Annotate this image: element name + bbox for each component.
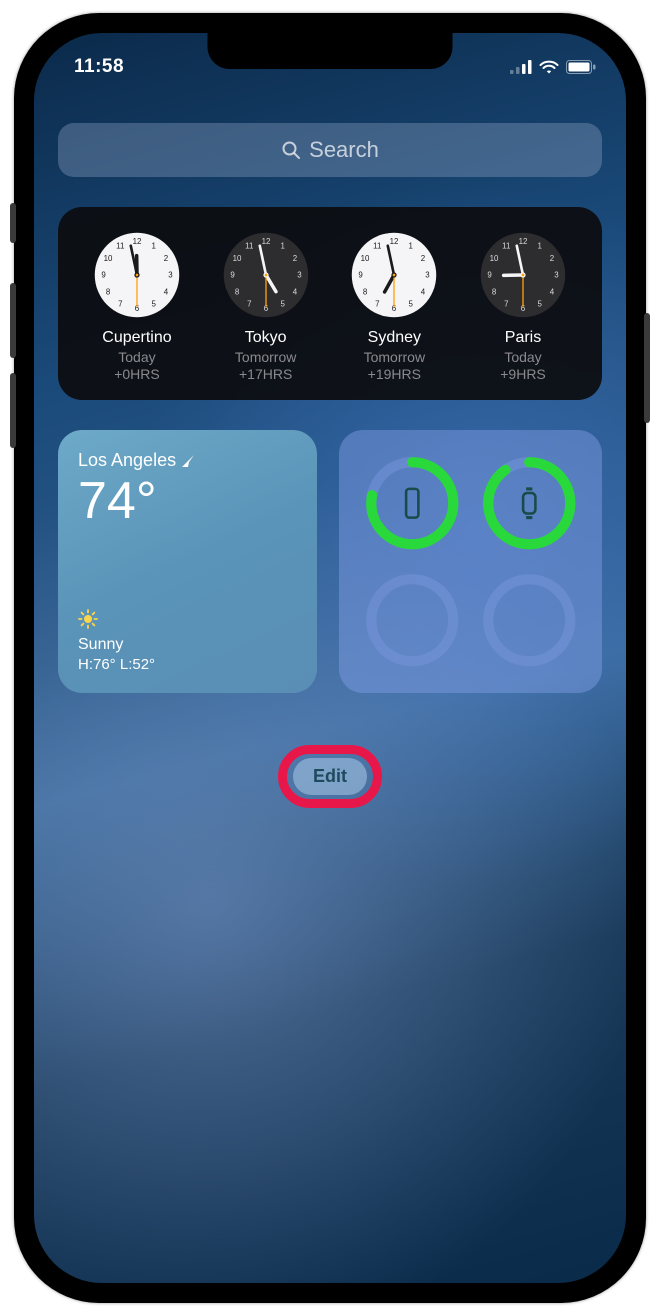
notch xyxy=(208,33,453,69)
svg-text:4: 4 xyxy=(164,287,169,296)
weather-widget[interactable]: Los Angeles 74° xyxy=(58,430,317,693)
clock-sydney: 121234567891011 SydneyTomorrow+19HRS xyxy=(333,231,455,382)
battery-ring-watch xyxy=(478,452,581,555)
svg-text:8: 8 xyxy=(106,287,111,296)
clock-offset-label: +19HRS xyxy=(368,366,421,382)
batteries-widget[interactable] xyxy=(339,430,602,693)
edit-button[interactable]: Edit xyxy=(293,758,367,795)
svg-text:5: 5 xyxy=(538,300,543,309)
svg-text:10: 10 xyxy=(490,254,499,263)
battery-icon xyxy=(566,60,596,74)
svg-text:2: 2 xyxy=(292,254,296,263)
cellular-icon xyxy=(510,60,532,74)
svg-text:8: 8 xyxy=(492,287,497,296)
svg-text:11: 11 xyxy=(116,242,125,251)
svg-text:12: 12 xyxy=(390,237,399,246)
screen: 11:58 xyxy=(34,33,626,1283)
svg-text:7: 7 xyxy=(247,300,251,309)
svg-text:5: 5 xyxy=(280,300,285,309)
svg-text:11: 11 xyxy=(502,242,511,251)
svg-text:5: 5 xyxy=(409,300,414,309)
clock-day-label: Today xyxy=(504,349,541,365)
clock-day-label: Today xyxy=(118,349,155,365)
battery-ring-phone xyxy=(361,452,464,555)
volume-down-button xyxy=(10,373,16,448)
clock-offset-label: +9HRS xyxy=(500,366,546,382)
svg-text:4: 4 xyxy=(550,287,555,296)
clock-day-label: Tomorrow xyxy=(235,349,296,365)
clock-offset-label: +17HRS xyxy=(239,366,292,382)
svg-text:8: 8 xyxy=(234,287,239,296)
svg-text:2: 2 xyxy=(550,254,554,263)
svg-text:5: 5 xyxy=(151,300,156,309)
svg-text:10: 10 xyxy=(361,254,370,263)
clock-city-label: Sydney xyxy=(368,329,421,347)
svg-text:3: 3 xyxy=(297,271,302,280)
svg-text:12: 12 xyxy=(519,237,528,246)
svg-text:11: 11 xyxy=(373,242,382,251)
svg-text:12: 12 xyxy=(133,237,142,246)
world-clock-widget[interactable]: 121234567891011 CupertinoToday+0HRS 1212… xyxy=(58,207,602,400)
clock-cupertino: 121234567891011 CupertinoToday+0HRS xyxy=(76,231,198,382)
svg-text:7: 7 xyxy=(375,300,379,309)
status-indicators xyxy=(510,60,596,74)
clock-day-label: Tomorrow xyxy=(364,349,425,365)
svg-text:9: 9 xyxy=(101,271,106,280)
svg-text:9: 9 xyxy=(230,271,235,280)
svg-text:7: 7 xyxy=(504,300,508,309)
wifi-icon xyxy=(539,60,559,74)
svg-text:2: 2 xyxy=(421,254,425,263)
svg-text:10: 10 xyxy=(232,254,241,263)
clock-city-label: Cupertino xyxy=(102,329,171,347)
search-bar[interactable]: Search xyxy=(58,123,602,177)
svg-text:3: 3 xyxy=(554,271,559,280)
battery-ring-empty xyxy=(478,569,581,672)
sun-icon xyxy=(78,609,98,629)
clock-city-label: Paris xyxy=(505,329,541,347)
status-time: 11:58 xyxy=(74,56,124,78)
svg-text:4: 4 xyxy=(421,287,426,296)
weather-condition: Sunny xyxy=(78,636,155,654)
svg-text:10: 10 xyxy=(104,254,113,263)
clock-city-label: Tokyo xyxy=(245,329,287,347)
svg-text:4: 4 xyxy=(292,287,297,296)
svg-text:3: 3 xyxy=(426,271,431,280)
svg-text:2: 2 xyxy=(164,254,168,263)
power-button xyxy=(644,313,650,423)
battery-ring-empty xyxy=(361,569,464,672)
svg-text:8: 8 xyxy=(363,287,368,296)
svg-text:9: 9 xyxy=(359,271,364,280)
clock-paris: 121234567891011 ParisToday+9HRS xyxy=(462,231,584,382)
svg-text:1: 1 xyxy=(538,242,543,251)
svg-text:12: 12 xyxy=(261,237,270,246)
edit-button-highlight: Edit xyxy=(278,745,382,808)
clock-offset-label: +0HRS xyxy=(114,366,160,382)
svg-text:1: 1 xyxy=(151,242,156,251)
search-placeholder: Search xyxy=(309,137,379,163)
weather-city: Los Angeles xyxy=(78,450,297,471)
location-arrow-icon xyxy=(181,454,195,468)
svg-text:9: 9 xyxy=(487,271,492,280)
weather-high-low: H:76° L:52° xyxy=(78,656,155,673)
clock-tokyo: 121234567891011 TokyoTomorrow+17HRS xyxy=(205,231,327,382)
weather-temp: 74° xyxy=(78,475,297,527)
svg-text:3: 3 xyxy=(168,271,173,280)
svg-text:1: 1 xyxy=(280,242,285,251)
volume-up-button xyxy=(10,283,16,358)
svg-text:11: 11 xyxy=(245,242,254,251)
silence-switch xyxy=(10,203,16,243)
phone-frame: 11:58 xyxy=(14,13,646,1303)
search-icon xyxy=(281,140,301,160)
svg-text:7: 7 xyxy=(118,300,122,309)
weather-city-label: Los Angeles xyxy=(78,450,176,471)
svg-text:1: 1 xyxy=(409,242,414,251)
